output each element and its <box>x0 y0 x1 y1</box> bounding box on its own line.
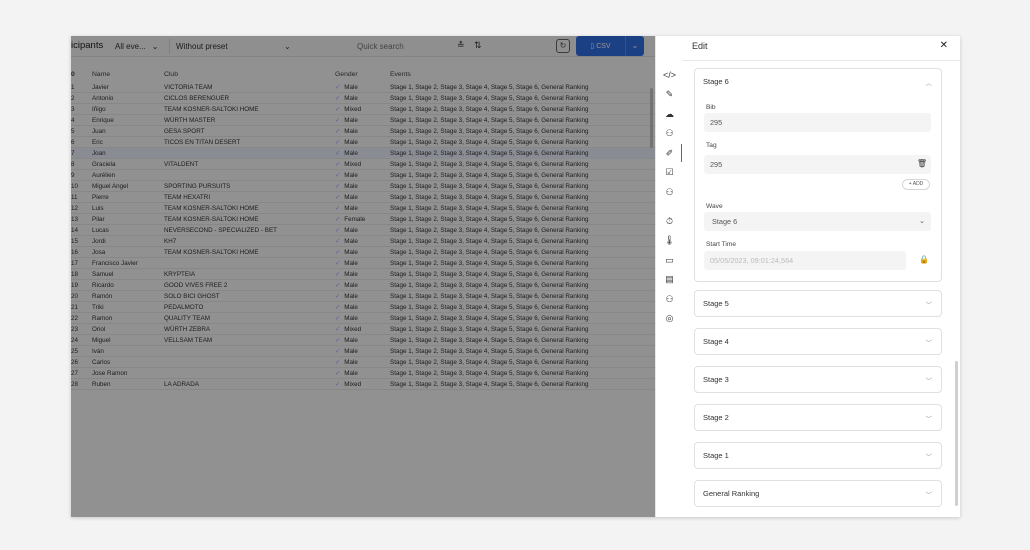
general-ranking-title: General Ranking <box>703 489 760 498</box>
stage6-card: Stage 6 ︿ Bib Tag 🗑 + ADD Wave Stage 6 ⌄… <box>694 68 942 282</box>
start-time-label: Start Time <box>706 241 737 248</box>
chevron-down-icon[interactable]: ﹀ <box>926 413 933 423</box>
stopwatch-icon[interactable]: ⏱ <box>656 214 683 228</box>
cloud-upload-icon[interactable]: ☁ <box>656 107 683 121</box>
tag-icon[interactable]: ◎ <box>656 311 683 325</box>
stage2-card[interactable]: Stage 2 ﹀ <box>694 404 942 431</box>
stage2-title: Stage 2 <box>703 413 729 422</box>
code-icon[interactable]: </> <box>656 68 683 82</box>
trash-icon[interactable]: 🗑 <box>917 159 927 168</box>
stage6-header[interactable]: Stage 6 ︿ <box>695 69 941 94</box>
chevron-down-icon[interactable]: ﹀ <box>926 299 933 309</box>
laptop-icon[interactable]: ▭ <box>656 253 683 267</box>
wave-label: Wave <box>706 203 723 210</box>
stage5-title: Stage 5 <box>703 299 729 308</box>
stage3-title: Stage 3 <box>703 375 729 384</box>
chevron-down-icon[interactable]: ﹀ <box>926 451 933 461</box>
stage4-title: Stage 4 <box>703 337 729 346</box>
participants-panel: icipants All eve... ⌄ Without preset ⌄ ≛… <box>71 36 655 517</box>
stage1-title: Stage 1 <box>703 451 729 460</box>
bib-label: Bib <box>706 104 716 111</box>
edit-title: Edit <box>692 41 708 51</box>
clipboard-check-icon[interactable]: ☑ <box>656 165 683 179</box>
start-time-field[interactable] <box>704 251 906 270</box>
thermometer-icon[interactable]: 🌡 <box>656 233 683 247</box>
document-icon[interactable]: ▤ <box>656 272 683 286</box>
chevron-up-icon[interactable]: ︿ <box>926 77 933 87</box>
stage5-card[interactable]: Stage 5 ﹀ <box>694 290 942 317</box>
app-window: icipants All eve... ⌄ Without preset ⌄ ≛… <box>71 36 960 517</box>
tag-label: Tag <box>706 142 717 149</box>
chevron-down-icon[interactable]: ﹀ <box>926 375 933 385</box>
stage1-card[interactable]: Stage 1 ﹀ <box>694 442 942 469</box>
general-ranking-card[interactable]: General Ranking ﹀ <box>694 480 942 507</box>
tag-field[interactable] <box>704 155 931 174</box>
stage3-card[interactable]: Stage 3 ﹀ <box>694 366 942 393</box>
users-icon[interactable]: ⚇ <box>656 185 683 199</box>
chevron-down-icon[interactable]: ﹀ <box>926 337 933 347</box>
stage6-title: Stage 6 <box>703 77 729 86</box>
edit-body: Stage 6 ︿ Bib Tag 🗑 + ADD Wave Stage 6 ⌄… <box>682 61 960 517</box>
edit-scrollbar[interactable] <box>955 361 958 506</box>
user-group-icon[interactable]: ⚇ <box>656 292 683 306</box>
chevron-down-icon[interactable]: ﹀ <box>926 489 933 499</box>
edit-panel: Edit ✕ Stage 6 ︿ Bib Tag 🗑 + ADD Wave St… <box>682 36 960 517</box>
chevron-down-icon: ⌄ <box>919 218 925 225</box>
stage4-card[interactable]: Stage 4 ﹀ <box>694 328 942 355</box>
add-user-icon[interactable]: ⚇ <box>656 126 683 140</box>
edit-icon[interactable]: ✐ <box>656 144 683 162</box>
wave-select[interactable]: Stage 6 ⌄ <box>704 212 931 231</box>
lock-icon[interactable]: 🔒 <box>919 255 929 264</box>
action-icon-strip: </> ✎ ☁ ⚇ ✐ ☑ ⚇ ⏱ 🌡 ▭ ▤ ⚇ ◎ <box>655 36 683 517</box>
edit-header: Edit ✕ <box>682 36 960 61</box>
bib-field[interactable] <box>704 113 931 132</box>
modal-overlay[interactable] <box>71 36 655 517</box>
wave-value: Stage 6 <box>712 217 738 226</box>
close-icon[interactable]: ✕ <box>940 40 948 51</box>
add-tag-button[interactable]: + ADD <box>902 179 930 190</box>
pen-icon[interactable]: ✎ <box>656 87 683 101</box>
